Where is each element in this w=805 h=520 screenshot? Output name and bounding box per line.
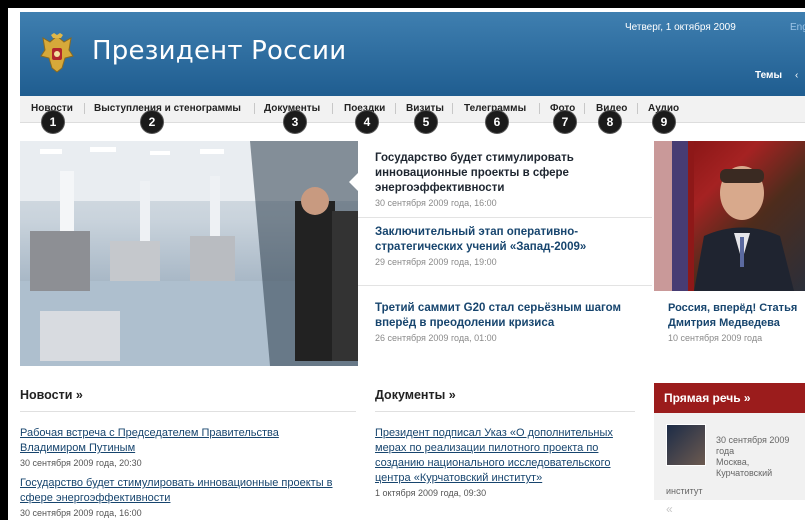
news-link[interactable]: Рабочая встреча с Председателем Правител… <box>20 426 340 456</box>
main-nav: Новости Выступления и стенограммы Докуме… <box>20 96 805 123</box>
news-date: 30 сентября 2009 года, 16:00 <box>20 508 142 518</box>
news-link[interactable]: Государство будет стимулировать инноваци… <box>20 476 340 506</box>
side-feature[interactable]: Россия, вперёд! Статья Дмитрия Медведева… <box>668 301 805 343</box>
topics-arrow-icon[interactable]: ‹ <box>795 70 798 81</box>
speech-place: Москва, Курчатовский <box>716 457 773 478</box>
divider <box>358 285 652 286</box>
coat-of-arms-icon[interactable] <box>38 32 76 74</box>
side-feature-date: 10 сентября 2009 года <box>668 333 763 343</box>
news-date: 30 сентября 2009 года, 20:30 <box>20 458 142 468</box>
marker-badge: 5 <box>414 110 438 134</box>
side-feature-photo[interactable] <box>654 141 805 291</box>
feature-headlines: Государство будет стимулировать инноваци… <box>358 141 652 366</box>
speech-place-cont: институт <box>666 486 703 496</box>
english-link[interactable]: Eng <box>790 22 805 33</box>
document-date: 1 октября 2009 года, 09:30 <box>375 488 487 498</box>
nav-divider <box>84 103 85 114</box>
nav-divider <box>637 103 638 114</box>
headline-title[interactable]: Третий саммит G20 стал серьёзным шагом в… <box>375 301 645 331</box>
nav-divider <box>395 103 396 114</box>
nav-divider <box>254 103 255 114</box>
headline-item[interactable]: Заключительный этап оперативно-стратегич… <box>375 225 645 267</box>
divider <box>375 411 635 412</box>
nav-divider <box>332 103 333 114</box>
nav-divider <box>539 103 540 114</box>
divider <box>20 411 356 412</box>
document-item[interactable]: Президент подписал Указ «О дополнительны… <box>375 426 625 498</box>
headline-date: 30 сентября 2009 года, 16:00 <box>375 198 497 208</box>
headline-title[interactable]: Заключительный этап оперативно-стратегич… <box>375 225 645 255</box>
marker-badge: 6 <box>485 110 509 134</box>
headline-title[interactable]: Государство будет стимулировать инноваци… <box>375 151 645 196</box>
topics-link[interactable]: Темы <box>755 70 782 81</box>
direct-speech-header[interactable]: Прямая речь » <box>654 383 805 413</box>
direct-speech-title[interactable]: Прямая речь » <box>664 391 751 405</box>
quote-mark-icon: « <box>666 502 673 516</box>
divider <box>358 217 652 218</box>
speech-date: 30 сентября 2009 года <box>716 435 790 456</box>
speech-meta: 30 сентября 2009 года Москва, Курчатовск… <box>716 435 801 479</box>
marker-badge: 9 <box>652 110 676 134</box>
page: Президент России Четверг, 1 октября 2009… <box>8 8 805 520</box>
news-item[interactable]: Рабочая встреча с Председателем Правител… <box>20 426 340 468</box>
site-title[interactable]: Президент России <box>92 36 346 66</box>
direct-speech-box[interactable]: 30 сентября 2009 года Москва, Курчатовск… <box>654 413 805 500</box>
marker-badge: 1 <box>41 110 65 134</box>
documents-section-title[interactable]: Документы » <box>375 388 456 402</box>
site-header: Президент России Четверг, 1 октября 2009… <box>20 12 805 96</box>
news-section-title[interactable]: Новости » <box>20 388 83 402</box>
current-date: Четверг, 1 октября 2009 <box>625 22 736 33</box>
headline-item[interactable]: Государство будет стимулировать инноваци… <box>375 151 645 208</box>
marker-badge: 2 <box>140 110 164 134</box>
document-link[interactable]: Президент подписал Указ «О дополнительны… <box>375 426 625 486</box>
headline-date: 26 сентября 2009 года, 01:00 <box>375 333 497 343</box>
nav-item-speeches[interactable]: Выступления и стенограммы <box>94 103 241 114</box>
side-feature-title[interactable]: Россия, вперёд! Статья Дмитрия Медведева <box>668 301 805 331</box>
marker-badge: 4 <box>355 110 379 134</box>
marker-badge: 7 <box>553 110 577 134</box>
marker-badge: 8 <box>598 110 622 134</box>
feature-photo[interactable] <box>20 141 358 366</box>
nav-divider <box>584 103 585 114</box>
marker-badge: 3 <box>283 110 307 134</box>
selection-pointer <box>349 173 358 191</box>
headline-date: 29 сентября 2009 года, 19:00 <box>375 257 497 267</box>
nav-divider <box>452 103 453 114</box>
news-item[interactable]: Государство будет стимулировать инноваци… <box>20 476 340 518</box>
headline-item[interactable]: Третий саммит G20 стал серьёзным шагом в… <box>375 301 645 343</box>
speaker-thumbnail[interactable] <box>666 424 706 466</box>
